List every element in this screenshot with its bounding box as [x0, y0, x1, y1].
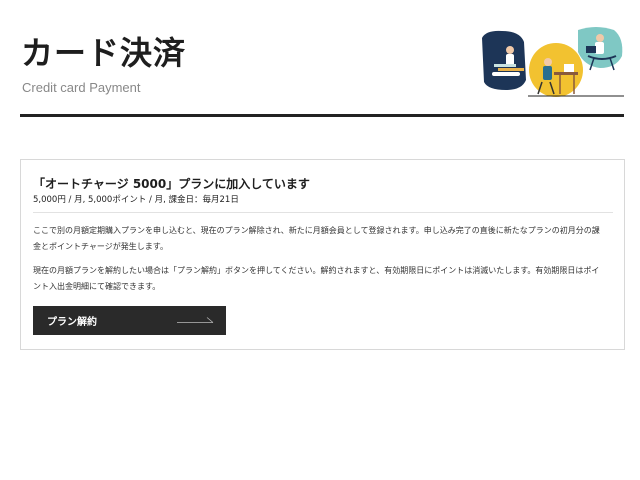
- plan-card: 「オートチャージ 5000」プランに加入しています 5,000円 / 月, 5,…: [20, 159, 625, 350]
- card-divider: [33, 212, 613, 213]
- page-header: カード決済 Credit card Payment: [0, 0, 640, 120]
- cancel-plan-button[interactable]: プラン解約: [33, 306, 226, 335]
- plan-notice-paragraph: ここで別の月額定期購入プランを申し込むと、現在のプラン解除され、新たに月額会員と…: [33, 223, 613, 255]
- page-subtitle: Credit card Payment: [22, 80, 141, 95]
- cancel-notice-line: 現在の月額プランを解約したい場合は「プラン解約」ボタンを押してください。解約され…: [33, 266, 600, 275]
- cancel-notice-paragraph: 現在の月額プランを解約したい場合は「プラン解約」ボタンを押してください。解約され…: [33, 263, 613, 295]
- plan-notice-line: 金とポイントチャージが発生します。: [33, 242, 168, 251]
- plan-title: 「オートチャージ 5000」プランに加入しています: [33, 177, 310, 191]
- people-working-illustration-icon: [482, 27, 624, 97]
- cancel-notice-line: ント入出金明細にて確認できます。: [33, 282, 161, 291]
- plan-meta: 5,000円 / 月, 5,000ポイント / 月, 課金日：毎月21日: [33, 195, 239, 205]
- arrow-right-icon: [177, 317, 214, 323]
- page-title: カード決済: [21, 34, 187, 72]
- plan-notice-line: ここで別の月額定期購入プランを申し込むと、現在のプラン解除され、新たに月額会員と…: [33, 226, 600, 235]
- header-divider: [20, 114, 624, 117]
- cancel-plan-label: プラン解約: [47, 317, 97, 328]
